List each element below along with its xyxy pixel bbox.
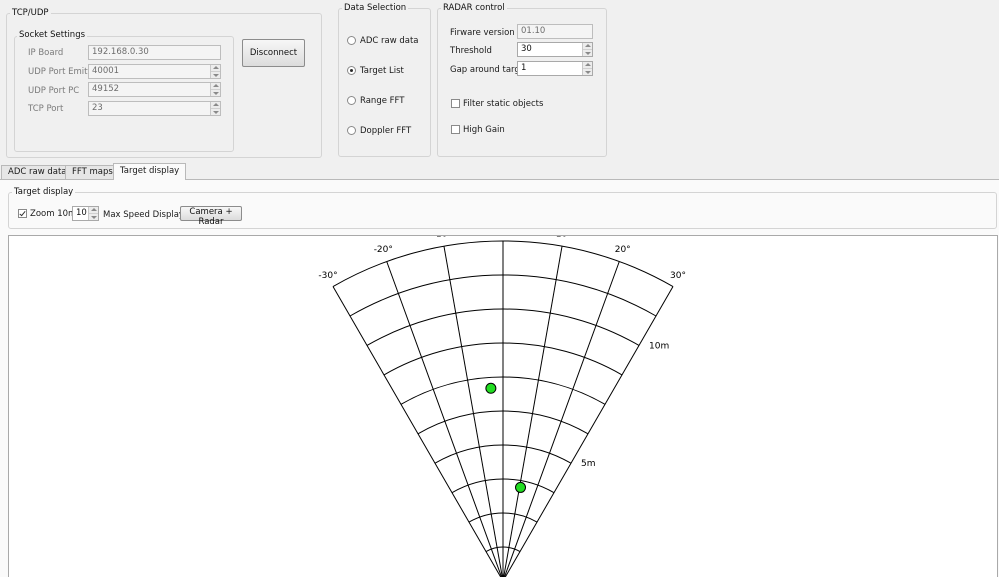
udp-port-pc-field[interactable]: 49152: [88, 82, 221, 97]
tcp-port-value: 23: [92, 103, 103, 113]
radar-range-label: 10m: [649, 341, 669, 351]
zoom-10m-checkbox[interactable]: Zoom 10m: [17, 208, 76, 220]
radio-doppler-fft-label: Doppler FFT: [360, 126, 412, 136]
tcp-port-field[interactable]: 23: [88, 101, 221, 116]
threshold-field[interactable]: 30: [517, 42, 593, 57]
gap-around-target-spinner[interactable]: [582, 62, 592, 75]
max-speed-field[interactable]: 10: [72, 206, 99, 221]
radio-doppler-fft-indicator[interactable]: [347, 126, 356, 135]
target-display-title: Target display: [12, 187, 76, 197]
firmware-version-label: Firware version: [450, 28, 515, 38]
radar-canvas: -30°-20°-10°0°10°20°30°5m10m: [8, 235, 998, 577]
filter-static-objects-checkbox[interactable]: Filter static objects: [450, 98, 544, 110]
radar-angle-label: -10°: [433, 236, 452, 239]
radar-plot: -30°-20°-10°0°10°20°30°5m10m: [318, 236, 686, 577]
firmware-version-field: 01.10: [517, 24, 593, 39]
radar-angle-label: 30°: [670, 271, 686, 281]
radar-angle-label: 10°: [556, 236, 572, 239]
firmware-version-value: 01.10: [521, 26, 546, 36]
ip-board-field[interactable]: 192.168.0.30: [88, 45, 221, 60]
tcp-udp-title: TCP/UDP: [10, 8, 51, 18]
udp-port-pc-label: UDP Port PC: [28, 86, 80, 96]
radar-angle-label: -20°: [374, 245, 393, 255]
ip-board-label: IP Board: [28, 48, 64, 58]
zoom-10m-label: Zoom 10m: [30, 209, 77, 219]
camera-radar-button[interactable]: Camera + Radar: [180, 206, 242, 227]
high-gain-box[interactable]: [451, 125, 460, 134]
udp-port-emitter-value: 40001: [92, 66, 120, 76]
radar-range-label: 5m: [581, 459, 596, 469]
udp-port-emitter-spinner[interactable]: [210, 65, 220, 78]
radio-adc-raw-data[interactable]: ADC raw data: [346, 35, 426, 47]
filter-static-objects-box[interactable]: [451, 99, 460, 108]
ip-board-value: 192.168.0.30: [92, 47, 149, 57]
high-gain-label: High Gain: [463, 125, 505, 135]
high-gain-checkbox[interactable]: High Gain: [450, 124, 510, 136]
data-selection-title: Data Selection: [342, 3, 409, 13]
radio-adc-raw-data-label: ADC raw data: [360, 36, 419, 46]
disconnect-button[interactable]: Disconnect: [242, 39, 305, 67]
threshold-spinner[interactable]: [582, 43, 592, 56]
radio-target-list-label: Target List: [360, 66, 404, 76]
udp-port-pc-spinner[interactable]: [210, 83, 220, 96]
radio-doppler-fft[interactable]: Doppler FFT: [346, 125, 426, 137]
udp-port-pc-value: 49152: [92, 84, 120, 94]
max-speed-spinner[interactable]: [88, 207, 98, 220]
socket-settings-title: Socket Settings: [17, 30, 88, 40]
tab-fft-maps[interactable]: FFT maps: [65, 165, 120, 179]
radio-adc-raw-data-indicator[interactable]: [347, 36, 356, 45]
radio-target-list[interactable]: Target List: [346, 65, 426, 77]
radio-range-fft-indicator[interactable]: [347, 96, 356, 105]
radar-target-marker: [515, 481, 527, 493]
zoom-10m-box[interactable]: [18, 209, 27, 218]
udp-port-emitter-field[interactable]: 40001: [88, 64, 221, 79]
gap-around-target-field[interactable]: 1: [517, 61, 593, 76]
radar-angle-label: 20°: [615, 245, 631, 255]
tab-target-display[interactable]: Target display: [113, 163, 187, 180]
radar-angle-label: -30°: [318, 271, 337, 281]
radio-target-list-indicator[interactable]: [347, 66, 356, 75]
radar-angle-line: [332, 286, 502, 577]
threshold-label: Threshold: [450, 46, 492, 56]
radar-angle-line: [386, 261, 503, 577]
tcp-port-spinner[interactable]: [210, 102, 220, 115]
filter-static-objects-label: Filter static objects: [463, 99, 544, 109]
radar-angle-line: [503, 261, 620, 577]
tcp-port-label: TCP Port: [28, 104, 64, 114]
radar-control-title: RADAR control: [441, 3, 507, 13]
threshold-value: 30: [521, 44, 532, 54]
radar-angle-line: [504, 286, 674, 577]
tab-adc-raw-data[interactable]: ADC raw data: [1, 165, 74, 179]
radio-range-fft-label: Range FFT: [360, 96, 405, 106]
max-speed-value: 10: [76, 208, 87, 218]
radio-range-fft[interactable]: Range FFT: [346, 95, 426, 107]
radar-target-marker: [485, 382, 497, 394]
gap-around-target-value: 1: [521, 63, 527, 73]
